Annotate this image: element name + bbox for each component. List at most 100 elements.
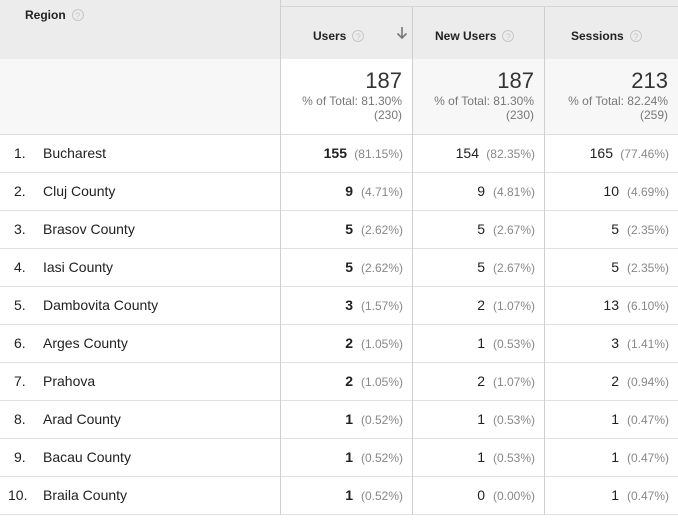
new-users-percent: (1.07%) (492, 375, 535, 389)
new-users-cell: 1 (0.53%) (413, 439, 544, 476)
table-row[interactable]: 9. Bacau County 1 (0.52%) 1 (0.53%) 1 (0.47… (0, 439, 678, 477)
new-users-value: 5 (477, 221, 485, 237)
region-name[interactable]: Bacau County (43, 439, 131, 476)
sessions-percent: (2.35%) (626, 261, 669, 275)
sessions-total-cell: 213 % of Total: 82.24% (259) (545, 59, 678, 134)
sessions-total-value: 213 (631, 68, 668, 93)
sessions-cell: 3 (1.41%) (545, 325, 678, 362)
sessions-percent: (0.47%) (626, 413, 669, 427)
help-icon[interactable]: ? (352, 29, 365, 42)
table-row[interactable]: 7. Prahova 2 (1.05%) 2 (1.07%) 2 (0.94%) (0, 363, 678, 401)
new-users-cell: 9 (4.81%) (413, 173, 544, 210)
new-users-total-value: 187 (497, 68, 534, 93)
region-name[interactable]: Cluj County (43, 173, 115, 210)
table-row[interactable]: 1. Bucharest 155 (81.15%) 154 (82.35%) 165… (0, 135, 678, 173)
new-users-percent: (0.53%) (492, 451, 535, 465)
region-name[interactable]: Brasov County (43, 211, 135, 248)
new-users-cell: 1 (0.53%) (413, 325, 544, 362)
users-percent: (1.57%) (360, 299, 403, 313)
region-cell: 2. Cluj County (0, 173, 280, 210)
users-cell: 155 (81.15%) (281, 135, 412, 172)
region-name[interactable]: Arad County (43, 401, 121, 438)
sessions-value: 13 (603, 297, 619, 313)
new-users-value: 1 (477, 449, 485, 465)
row-index: 2. (14, 183, 26, 199)
row-index: 8. (14, 411, 26, 427)
sessions-percent: (4.69%) (626, 185, 669, 199)
sessions-percent: (2.35%) (626, 223, 669, 237)
users-percent: (0.52%) (360, 413, 403, 427)
new-users-total-percent: % of Total: 81.30% (434, 94, 534, 108)
new-users-value: 1 (477, 335, 485, 351)
users-cell: 1 (0.52%) (281, 401, 412, 438)
users-cell: 9 (4.71%) (281, 173, 412, 210)
sessions-cell: 10 (4.69%) (545, 173, 678, 210)
table-row[interactable]: 3. Brasov County 5 (2.62%) 5 (2.67%) 5 (2.3… (0, 211, 678, 249)
region-column-header[interactable]: Region? (0, 0, 280, 59)
users-cell: 1 (0.52%) (281, 477, 412, 514)
sessions-total-percent: % of Total: 82.24% (568, 94, 668, 108)
row-index: 7. (14, 373, 26, 389)
sessions-cell: 1 (0.47%) (545, 439, 678, 476)
help-icon[interactable]: ? (71, 8, 84, 21)
users-value: 5 (345, 259, 353, 275)
new-users-percent: (1.07%) (492, 299, 535, 313)
table-row[interactable]: 8. Arad County 1 (0.52%) 1 (0.53%) 1 (0.47%… (0, 401, 678, 439)
table-row[interactable]: 2. Cluj County 9 (4.71%) 9 (4.81%) 10 (4.69… (0, 173, 678, 211)
sessions-value: 5 (611, 221, 619, 237)
sessions-value: 1 (611, 449, 619, 465)
column-divider (412, 7, 413, 515)
region-cell: 3. Brasov County (0, 211, 280, 248)
row-index: 10. (8, 487, 28, 503)
sessions-cell: 13 (6.10%) (545, 287, 678, 324)
users-column-header[interactable]: Users? (281, 7, 412, 59)
table-row[interactable]: 6. Arges County 2 (1.05%) 1 (0.53%) 3 (1.41… (0, 325, 678, 363)
sessions-cell: 5 (2.35%) (545, 211, 678, 248)
sessions-percent: (0.47%) (626, 489, 669, 503)
region-name[interactable]: Arges County (43, 325, 128, 362)
new-users-percent: (2.67%) (492, 223, 535, 237)
column-divider (544, 7, 545, 515)
row-index: 1. (14, 145, 26, 161)
region-name[interactable]: Prahova (43, 363, 95, 400)
users-header-label: Users (313, 29, 347, 43)
sessions-cell: 2 (0.94%) (545, 363, 678, 400)
users-percent: (2.62%) (360, 261, 403, 275)
users-percent: (81.15%) (354, 147, 403, 161)
region-name[interactable]: Braila County (43, 477, 127, 514)
sessions-percent: (0.94%) (626, 375, 669, 389)
sessions-total-base: (259) (639, 108, 668, 122)
help-icon[interactable]: ? (502, 29, 515, 42)
sessions-value: 3 (611, 335, 619, 351)
region-name[interactable]: Dambovita County (43, 287, 158, 324)
sessions-column-header[interactable]: Sessions? (545, 7, 678, 59)
arrow-down-icon[interactable] (396, 26, 408, 40)
totals-row: 187 % of Total: 81.30% (230) 187 % of To… (0, 59, 678, 135)
new-users-value: 9 (477, 183, 485, 199)
new-users-value: 2 (477, 373, 485, 389)
table-row[interactable]: 5. Dambovita County 3 (1.57%) 2 (1.07%) 13… (0, 287, 678, 325)
users-percent: (4.71%) (360, 185, 403, 199)
help-icon[interactable]: ? (629, 29, 642, 42)
new-users-column-header[interactable]: New Users? (413, 7, 544, 59)
sessions-cell: 1 (0.47%) (545, 401, 678, 438)
row-index: 6. (14, 335, 26, 351)
users-value: 1 (345, 487, 353, 503)
new-users-value: 5 (477, 259, 485, 275)
row-index: 4. (14, 259, 26, 275)
table-row[interactable]: 4. Iasi County 5 (2.62%) 5 (2.67%) 5 (2.35%… (0, 249, 678, 287)
sessions-cell: 1 (0.47%) (545, 477, 678, 514)
region-cell: 8. Arad County (0, 401, 280, 438)
users-total-base: (230) (373, 108, 402, 122)
sessions-percent: (0.47%) (626, 451, 669, 465)
users-value: 155 (323, 145, 347, 161)
region-name[interactable]: Bucharest (43, 135, 106, 172)
table-row[interactable]: 10. Braila County 1 (0.52%) 0 (0.00%) 1 (0.… (0, 477, 678, 515)
region-cell: 10. Braila County (0, 477, 280, 514)
users-cell: 5 (2.62%) (281, 249, 412, 286)
region-cell: 4. Iasi County (0, 249, 280, 286)
new-users-header-label: New Users (435, 29, 497, 43)
users-total-percent: % of Total: 81.30% (302, 94, 402, 108)
region-name[interactable]: Iasi County (43, 249, 113, 286)
users-percent: (0.52%) (360, 451, 403, 465)
